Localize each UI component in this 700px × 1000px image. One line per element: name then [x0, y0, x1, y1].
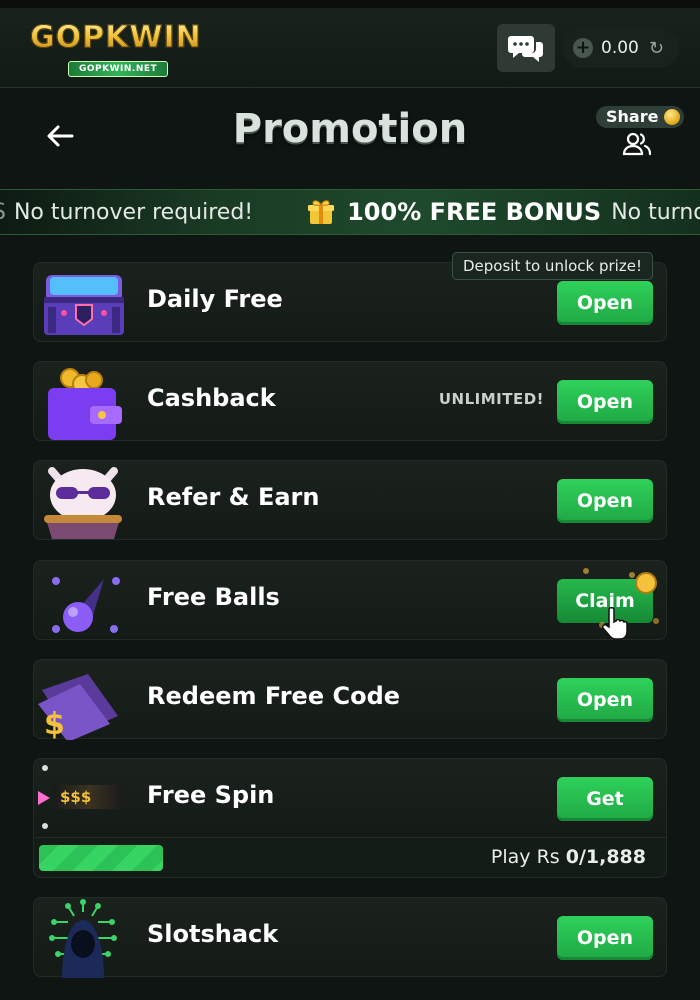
reel-dot	[42, 823, 48, 829]
coin-icon	[664, 109, 681, 125]
status-bar	[0, 0, 700, 8]
users-icon	[622, 132, 652, 156]
promo-label: Refer & Earn	[147, 483, 320, 511]
ticker-lead: S	[0, 200, 6, 225]
brand-name: GOPKWIN	[30, 20, 210, 56]
refresh-icon[interactable]: ↻	[649, 38, 664, 59]
brand-domain: GOPKWIN.NET	[68, 61, 169, 77]
open-button[interactable]: Open	[557, 678, 653, 722]
chat-button[interactable]	[497, 24, 555, 72]
promo-card-refer-earn: Refer & Earn Open	[33, 460, 667, 540]
promo-card-free-spin: $$$ Free Spin Get	[33, 758, 667, 838]
promo-label: Slotshack	[147, 920, 279, 948]
unlimited-tag: UNLIMITED!	[438, 390, 544, 408]
page-header: Promotion Share	[0, 88, 700, 188]
purple-ball-icon	[52, 577, 120, 633]
page-title: Promotion	[232, 106, 468, 152]
reel-pointer	[38, 791, 50, 805]
open-button[interactable]: Open	[557, 380, 653, 424]
gift-icon	[308, 200, 335, 224]
open-button[interactable]: Open	[557, 479, 653, 523]
cat-mascot-icon	[44, 467, 122, 539]
progress-value: 0/1,888	[565, 846, 646, 868]
reel-dot	[42, 765, 48, 771]
promo-card-cashback: Cashback UNLIMITED! Open	[33, 361, 667, 441]
slot-reel-icon: $$$	[38, 759, 128, 839]
promo-label: Daily Free	[147, 285, 283, 313]
get-button[interactable]: Get	[557, 777, 653, 821]
reel-window: $$$	[54, 785, 124, 809]
treasure-chest-icon	[44, 275, 124, 335]
open-button[interactable]: Open	[557, 916, 653, 960]
ticker-text-repeat: No turno	[611, 199, 700, 225]
progress-text: Play Rs 0/1,888	[491, 846, 646, 868]
promo-card-redeem-code: $ Redeem Free Code Open	[33, 659, 667, 740]
share-button[interactable]: Share	[596, 106, 685, 128]
share-users-button[interactable]	[622, 132, 652, 156]
ticker-text: No turnover required!	[13, 199, 254, 225]
chat-icon	[508, 36, 543, 62]
balance-amount: 0.00	[601, 38, 639, 58]
promo-label: Free Balls	[147, 583, 280, 611]
promo-card-slotshack: Slotshack Open	[33, 897, 667, 978]
promo-ticker: S No turnover required! 100% FREE BONUS …	[0, 189, 700, 235]
ticker-bonus: 100% FREE BONUS	[347, 198, 602, 226]
top-bar: GOPKWIN GOPKWIN.NET + 0.00 ↻	[0, 8, 700, 88]
hacker-icon	[49, 899, 117, 978]
add-funds-icon[interactable]: +	[573, 38, 593, 58]
progress-prefix: Play Rs	[490, 846, 566, 868]
open-button[interactable]: Open	[557, 281, 653, 325]
free-spin-progress: Play Rs 0/1,888	[33, 838, 667, 878]
promo-label: Redeem Free Code	[147, 682, 401, 710]
pointer-hand-icon	[602, 606, 628, 640]
balance-pill[interactable]: + 0.00 ↻	[563, 28, 679, 68]
wallet-coins-icon	[48, 368, 122, 440]
promo-label: Cashback	[147, 384, 276, 412]
deposit-tooltip: Deposit to unlock prize!	[452, 252, 653, 280]
brand-logo[interactable]: GOPKWIN GOPKWIN.NET	[30, 20, 210, 80]
progress-bar-fill	[39, 845, 163, 871]
svg-text:$: $	[44, 707, 65, 740]
ticket-icon: $	[38, 674, 118, 740]
promo-card-free-balls: Free Balls Claim	[33, 560, 667, 640]
promo-label: Free Spin	[147, 781, 275, 809]
share-label: Share	[606, 107, 659, 126]
